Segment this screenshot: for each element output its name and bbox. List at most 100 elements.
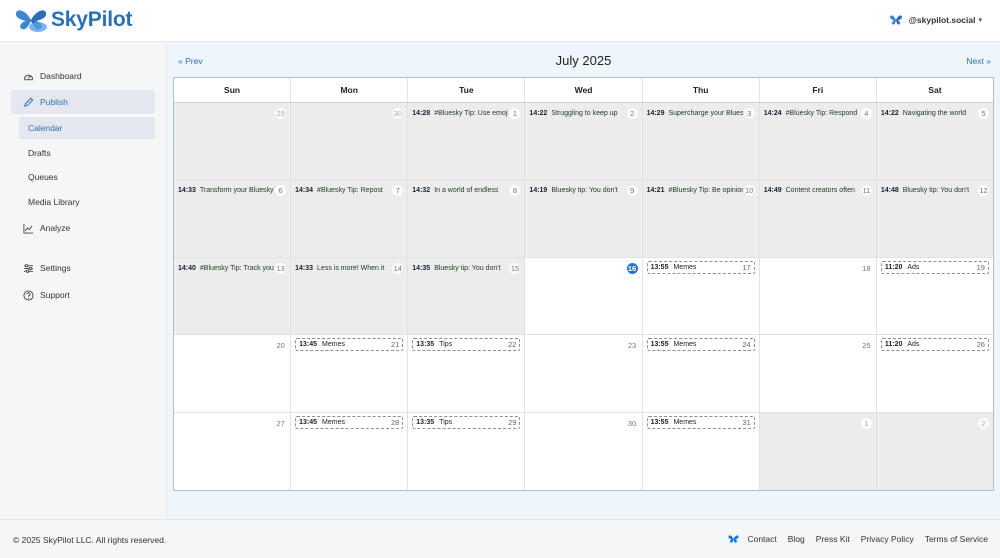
queue-slot[interactable]: 11:20 Ads 19 (880, 260, 989, 274)
day-number: 29 (508, 417, 517, 427)
scheduled-post[interactable]: 14:32 In a world of endless (412, 185, 508, 196)
calendar-day-cell[interactable]: 13:45 Memes 28 (291, 412, 409, 490)
calendar-day-cell[interactable]: 13:55 Memes 31 (642, 412, 760, 490)
footer-link-press-kit[interactable]: Press Kit (816, 534, 850, 544)
slot-time: 13:35 (416, 418, 435, 426)
sidebar-subitem-queues[interactable]: Queues (19, 166, 155, 188)
calendar-day-cell[interactable]: 20 (174, 335, 292, 412)
day-number: 27 (275, 417, 287, 429)
scheduled-post[interactable]: 14:48 Bluesky tip: You don't (881, 185, 977, 196)
calendar-day-cell[interactable]: 30 (291, 103, 409, 180)
calendar-day-cell[interactable]: 18 (759, 257, 877, 335)
day-number: 9 (626, 185, 638, 197)
sidebar-subitem-drafts[interactable]: Drafts (19, 142, 155, 164)
calendar-day-cell[interactable]: 12 14:48 Bluesky tip: You don't (876, 180, 993, 257)
calendar-day-cell[interactable]: 13:55 Memes 24 (642, 335, 760, 412)
sidebar-item-settings[interactable]: Settings (11, 256, 155, 280)
calendar-day-cell[interactable]: 14 14:33 Less is more! When it (291, 257, 409, 335)
calendar-day-cell[interactable]: 3 14:29 Supercharge your Bluesky (642, 103, 760, 180)
bluesky-butterfly-icon[interactable] (728, 534, 740, 544)
slot-time: 13:55 (650, 341, 669, 349)
queue-slot[interactable]: 13:45 Memes 21 (295, 338, 404, 352)
queue-slot[interactable]: 13:35 Tips 29 (412, 415, 521, 429)
scheduled-post[interactable]: 14:21#Bluesky Tip: Be opinionated (647, 185, 743, 196)
sidebar-subitem-media-library[interactable]: Media Library (19, 191, 155, 213)
slot-queue-name: Tips (439, 418, 453, 426)
day-number: 20 (275, 340, 287, 352)
calendar-day-cell[interactable]: 13:35 Tips 29 (408, 412, 526, 490)
scheduled-post[interactable]: 14:22 Struggling to keep up (529, 108, 625, 119)
queue-slot[interactable]: 13:55 Memes 31 (646, 415, 755, 429)
weekday-label: Wed (525, 78, 643, 102)
scheduled-post[interactable]: 14:29 Supercharge your Bluesky (647, 108, 743, 119)
calendar-day-cell[interactable]: 27 (174, 412, 292, 490)
footer-link-blog[interactable]: Blog (788, 534, 805, 544)
calendar-day-cell[interactable]: 13:45 Memes 21 (291, 335, 409, 412)
scheduled-post[interactable]: 14:40 #Bluesky Tip: Track your (178, 263, 274, 274)
post-time: 14:29 (646, 110, 665, 117)
scheduled-post[interactable]: 14:33 Transform your Bluesky (178, 185, 274, 196)
scheduled-post[interactable]: 14:35 Bluesky tip: You don't (412, 263, 508, 274)
sidebar-item-support[interactable]: Support (11, 283, 155, 307)
scheduled-post[interactable]: 14:28 #Bluesky Tip: Use emojis (412, 108, 508, 119)
calendar-day-cell[interactable]: 25 (759, 335, 877, 412)
footer-link-contact[interactable]: Contact (747, 534, 776, 544)
calendar-day-cell[interactable]: 7 14:34 #Bluesky Tip: Repost (291, 180, 409, 257)
scheduled-post[interactable]: 14:22 Navigating the world (881, 108, 977, 119)
queue-slot[interactable]: 11:20 Ads 26 (880, 338, 989, 352)
sidebar-item-analyze[interactable]: Analyze (11, 216, 155, 240)
calendar-day-cell[interactable]: 5 14:22 Navigating the world (876, 103, 993, 180)
footer-link-privacy-policy[interactable]: Privacy Policy (861, 534, 914, 544)
next-month-link[interactable]: Next » (966, 56, 991, 66)
sidebar-subitem-calendar[interactable]: Calendar (19, 117, 155, 139)
queue-slot[interactable]: 13:55 Memes 24 (646, 338, 755, 352)
day-number: 12 (977, 185, 989, 197)
day-number: 7 (392, 185, 404, 197)
scheduled-post[interactable]: 14:19 Bluesky tip: You don't (529, 185, 625, 196)
today-day-number: 16 (626, 262, 638, 274)
queue-slot[interactable]: 13:55 Memes 17 (646, 260, 755, 274)
post-time: 14:49 (763, 187, 782, 195)
post-time: 14:48 (880, 187, 899, 195)
queue-slot[interactable]: 13:45 Memes 28 (295, 415, 404, 429)
calendar-day-cell[interactable]: 1014:21#Bluesky Tip: Be opinionated (642, 180, 760, 257)
calendar-day-cell[interactable]: 2 (876, 412, 993, 490)
calendar-day-cell[interactable]: 13:35 Tips 22 (408, 335, 526, 412)
day-number: 5 (977, 108, 989, 119)
scheduled-post[interactable]: 14:33 Less is more! When it (295, 263, 391, 274)
calendar-day-cell[interactable]: 1 (759, 412, 877, 490)
sidebar-item-dashboard[interactable]: Dashboard (11, 64, 155, 88)
scheduled-post[interactable]: 14:49 Content creators often (764, 185, 860, 196)
calendar-day-cell[interactable]: 4 14:24 #Bluesky Tip: Respond (759, 103, 877, 180)
calendar-day-cell[interactable]: 2 14:22 Struggling to keep up (525, 103, 643, 180)
calendar-day-cell[interactable]: 13 14:40 #Bluesky Tip: Track your (174, 257, 292, 335)
calendar-day-cell[interactable]: 11:20 Ads 26 (876, 335, 993, 412)
day-number: 8 (509, 185, 521, 197)
calendar-day-cell[interactable]: 16 (525, 257, 643, 335)
queue-slot[interactable]: 13:35 Tips 22 (412, 338, 521, 352)
calendar-day-cell[interactable]: 6 14:33 Transform your Bluesky (174, 180, 292, 257)
scheduled-post[interactable]: 14:24 #Bluesky Tip: Respond (764, 108, 860, 119)
calendar-day-cell[interactable]: 13:55 Memes 17 (642, 257, 760, 335)
calendar-day-cell[interactable]: 11 14:49 Content creators often (759, 180, 877, 257)
slot-queue-name: Memes (673, 341, 697, 349)
calendar-day-cell[interactable]: 8 14:32 In a world of endless (408, 180, 526, 257)
weekday-label: Thu (643, 78, 760, 102)
calendar-day-cell[interactable]: 29 (174, 103, 292, 180)
footer-link-terms-of-service[interactable]: Terms of Service (925, 534, 988, 544)
day-number: 23 (626, 340, 638, 352)
day-number: 24 (742, 340, 751, 350)
calendar-day-cell[interactable]: 9 14:19 Bluesky tip: You don't (525, 180, 643, 257)
calendar-day-cell[interactable]: 30 (525, 412, 643, 490)
calendar-day-cell[interactable]: 15 14:35 Bluesky tip: You don't (408, 257, 526, 335)
calendar-day-cell[interactable]: 11:20 Ads 19 (876, 257, 993, 335)
calendar-week-row: 29 30 1 14:28 #Bluesky Tip: Use emojis 2 14:22… (174, 103, 993, 181)
day-number: 14 (392, 262, 404, 274)
account-menu[interactable]: @skypilot.social ▾ (889, 14, 982, 26)
scheduled-post[interactable]: 14:34 #Bluesky Tip: Repost (295, 185, 391, 196)
brand[interactable]: SkyPilot (14, 7, 132, 33)
sidebar-item-label: Publish (40, 97, 68, 107)
calendar-day-cell[interactable]: 1 14:28 #Bluesky Tip: Use emojis (408, 103, 526, 180)
calendar-day-cell[interactable]: 23 (525, 335, 643, 412)
sidebar-item-publish[interactable]: Publish (11, 90, 155, 114)
